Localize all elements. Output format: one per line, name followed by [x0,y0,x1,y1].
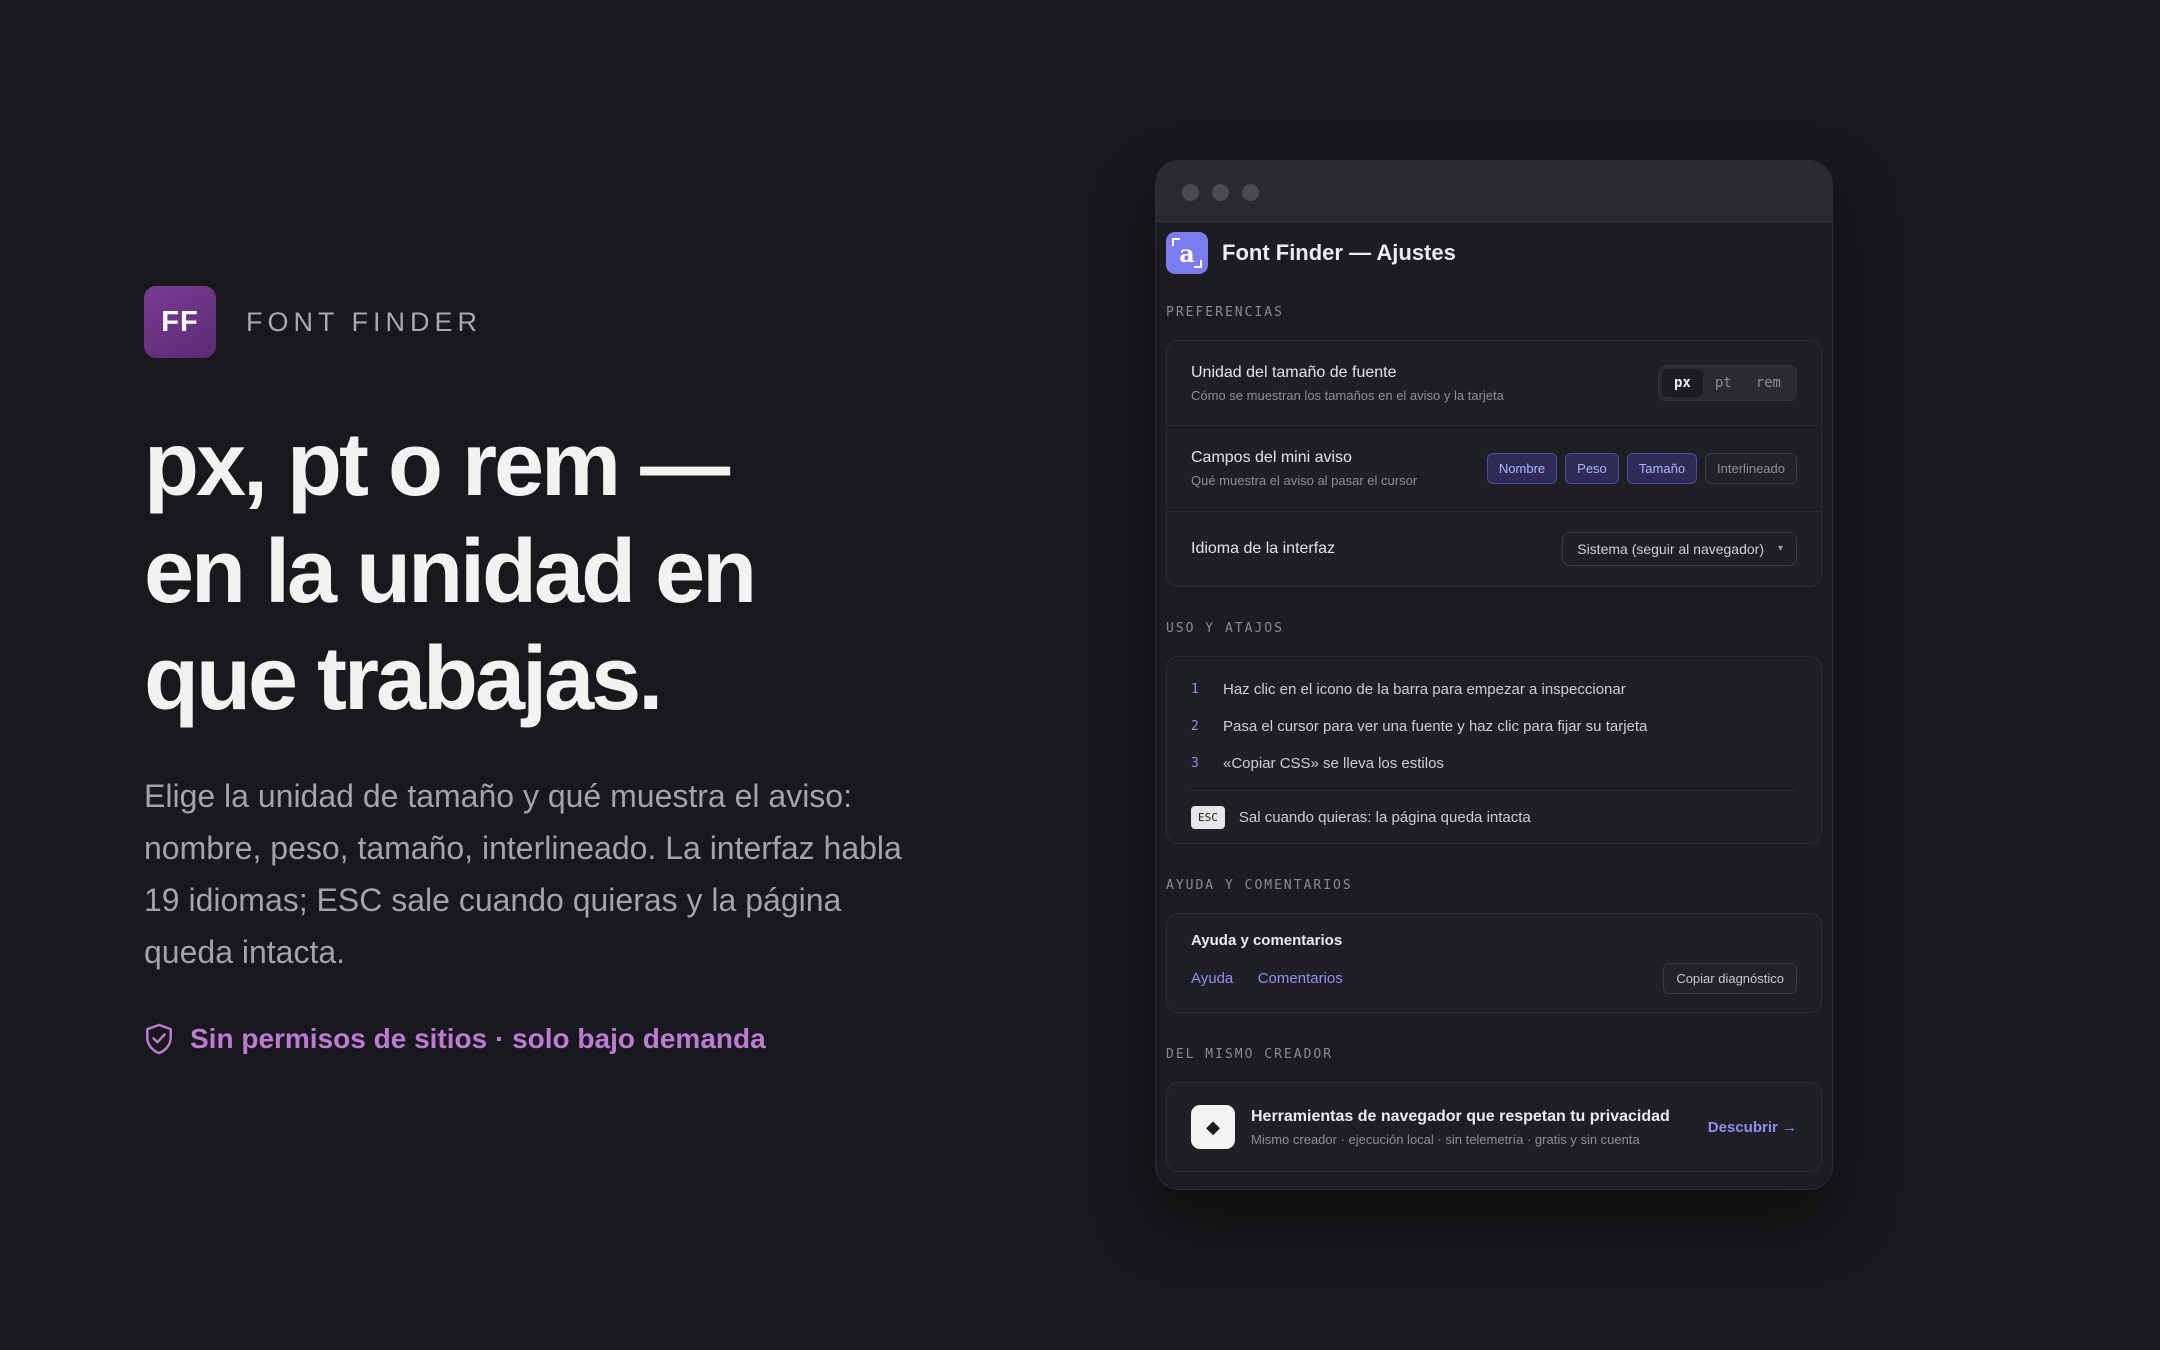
hero-title-line: que trabajas. [144,629,663,729]
unit-setting-row: Unidad del tamaño de fuente Cómo se mues… [1167,341,1821,426]
help-actions: Ayuda Comentarios Copiar diagnóstico [1191,963,1797,994]
unit-segmented-control: px pt rem [1657,365,1797,401]
usage-step: 1 Haz clic en el icono de la barra para … [1191,671,1797,708]
unit-option-rem[interactable]: rem [1744,369,1793,397]
promo-subtitle: Mismo creador · ejecución local · sin te… [1251,1131,1640,1147]
step-number: 2 [1191,719,1199,734]
copy-diagnostics-button[interactable]: Copiar diagnóstico [1663,963,1797,994]
hero-title-line: px, pt o rem — [144,415,730,515]
brand: FF FONT FINDER [144,286,482,358]
chip-nombre[interactable]: Nombre [1486,453,1558,484]
help-title: Ayuda y comentarios [1191,932,1343,949]
tooltip-fields-row: Campos del mini aviso Qué muestra el avi… [1167,426,1821,512]
shield-check-icon [146,1023,172,1055]
privacy-note: Sin permisos de sitios · solo bajo deman… [144,1023,766,1055]
usage-steps: 1 Haz clic en el icono de la barra para … [1167,657,1821,843]
chip-tamano[interactable]: Tamaño [1626,453,1698,484]
unit-setting-subtitle: Cómo se muestran los tamaños en el aviso… [1191,387,1504,403]
language-select-value: Sistema (seguir al navegador) [1577,541,1764,557]
language-row: Idioma de la interfaz Sistema (seguir al… [1167,512,1821,586]
hero-title: px, pt o rem — en la unidad en que traba… [144,412,964,733]
usage-step: 2 Pasa el cursor para ver una fuente y h… [1191,708,1797,745]
tooltip-field-chips: Nombre Peso Tamaño Interlineado [1486,453,1797,484]
feedback-link[interactable]: Comentarios [1258,970,1343,987]
hero-title-line: en la unidad en [144,522,757,622]
tooltip-fields-title: Campos del mini aviso [1191,449,1352,466]
promo-text: Herramientas de navegador que respetan t… [1251,1108,1708,1147]
unit-setting-title: Unidad del tamaño de fuente [1191,363,1397,381]
step-number: 3 [1191,756,1199,771]
section-label-usage: USO Y ATAJOS [1166,621,1284,636]
diamond-icon: ◆ [1191,1105,1235,1149]
esc-text: Sal cuando quieras: la página queda inta… [1238,808,1531,826]
window-minimize-button[interactable] [1212,183,1229,201]
brand-name: FONT FINDER [246,306,482,337]
step-number: 1 [1191,682,1199,697]
unit-option-pt[interactable]: pt [1703,369,1744,397]
app-header: a Font Finder — Ajustes [1166,223,1822,283]
discover-link[interactable]: Descubrir → [1708,1119,1797,1136]
page: FF FONT FINDER px, pt o rem — en la unid… [0,0,2160,1350]
section-label-preferences: PREFERENCIAS [1166,305,1284,320]
window-close-button[interactable] [1182,183,1199,201]
preferences-card: Unidad del tamaño de fuente Cómo se mues… [1166,340,1822,587]
window-titlebar [1156,161,1832,223]
window-zoom-button[interactable] [1242,183,1259,201]
language-title: Idioma de la interfaz [1191,540,1336,557]
help-card: Ayuda y comentarios Ayuda Comentarios Co… [1166,913,1822,1013]
help-link[interactable]: Ayuda [1191,970,1233,987]
tooltip-fields-subtitle: Qué muestra el aviso al pasar el cursor [1191,473,1418,488]
esc-key: ESC [1191,805,1225,829]
hero-description: Elige la unidad de tamaño y qué muestra … [144,778,902,970]
step-text: Pasa el cursor para ver una fuente y haz… [1223,718,1648,735]
esc-shortcut-row: ESC Sal cuando quieras: la página queda … [1191,791,1797,843]
language-select[interactable]: Sistema (seguir al navegador) ▾ [1562,532,1797,566]
font-finder-app-icon: a [1166,232,1208,274]
app-title: Font Finder — Ajustes [1222,240,1456,265]
section-label-help: AYUDA Y COMENTARIOS [1166,878,1353,893]
window-body: a Font Finder — Ajustes PREFERENCIAS Uni… [1156,223,1832,1172]
section-label-creator: DEL MISMO CREADOR [1166,1047,1334,1062]
unit-option-px[interactable]: px [1661,369,1703,397]
chevron-down-icon: ▾ [1778,543,1784,554]
usage-card: 1 Haz clic en el icono de la barra para … [1166,656,1822,844]
step-text: «Copiar CSS» se lleva los estilos [1223,755,1444,772]
step-text: Haz clic en el icono de la barra para em… [1223,681,1626,698]
settings-window: a Font Finder — Ajustes PREFERENCIAS Uni… [1155,160,1833,1190]
chip-peso[interactable]: Peso [1565,453,1619,484]
chip-interlineado[interactable]: Interlineado [1705,453,1797,484]
usage-step: 3 «Copiar CSS» se lleva los estilos [1191,745,1797,782]
privacy-text: Sin permisos de sitios · solo bajo deman… [190,1023,766,1054]
brand-logo: FF [144,286,216,358]
promo-title: Herramientas de navegador que respetan t… [1251,1107,1670,1125]
creator-promo-card: ◆ Herramientas de navegador que respetan… [1166,1082,1822,1172]
